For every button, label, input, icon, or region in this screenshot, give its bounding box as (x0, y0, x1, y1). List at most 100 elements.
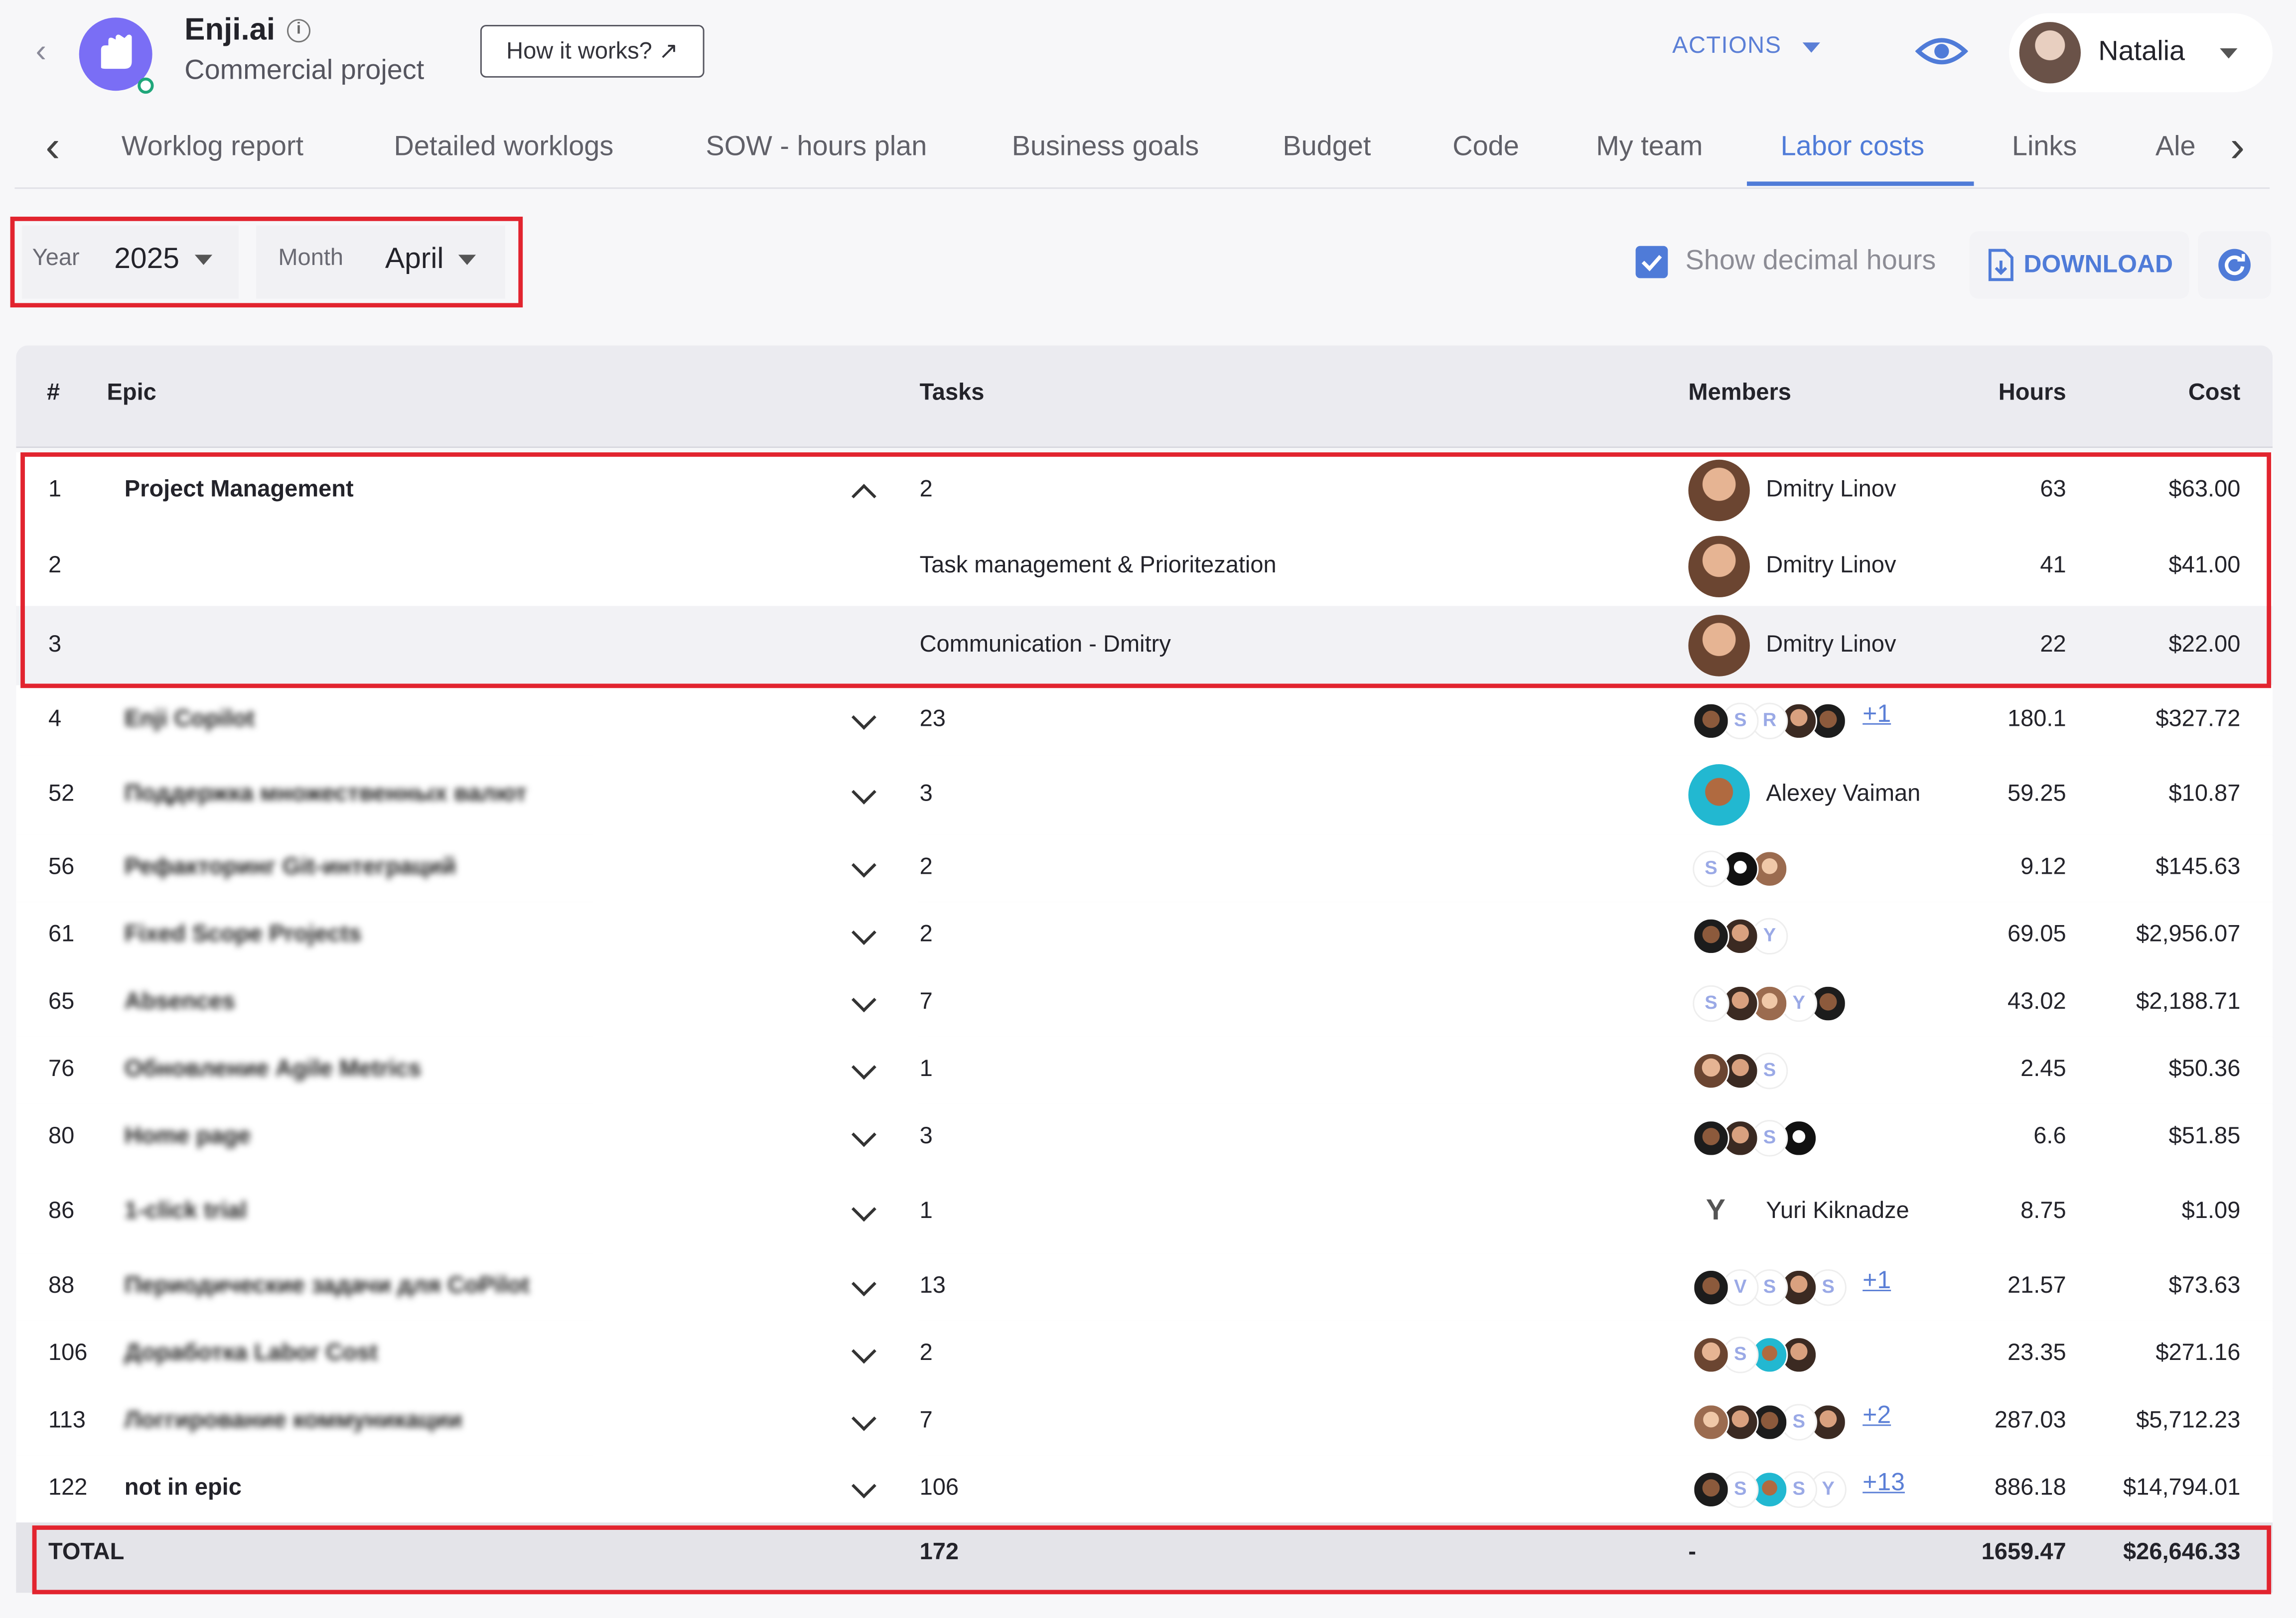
hours-cell: 21.57 (2007, 1273, 2066, 1299)
row-number: 106 (48, 1341, 88, 1366)
eye-icon[interactable] (1915, 32, 1968, 70)
epic-multi-currency: Поддержка множественных валют (124, 782, 527, 807)
tab-code[interactable]: Code (1452, 132, 1519, 164)
tab-worklog-report[interactable]: Worklog report (122, 132, 303, 164)
tab-alerts[interactable]: Ale (2155, 132, 2196, 164)
cost-cell: $5,712.23 (2136, 1408, 2241, 1434)
more-members-link[interactable]: +1 (1863, 700, 1891, 729)
cost-cell: $73.63 (2168, 1273, 2241, 1299)
tasks-cell: 7 (919, 1408, 933, 1434)
cost-cell: $50.36 (2168, 1057, 2241, 1082)
tab-budget[interactable]: Budget (1283, 132, 1371, 164)
epic-home-page: Home page (124, 1124, 251, 1149)
more-members-link[interactable]: +1 (1863, 1266, 1891, 1296)
epic-not-in-epic: not in epic (124, 1476, 242, 1501)
epic-communication-logging: Логгирование коммуникации (124, 1408, 462, 1434)
hours-cell: 6.6 (2033, 1124, 2066, 1149)
column-header-members[interactable]: Members (1688, 381, 1791, 407)
hours-cell: 59.25 (2007, 782, 2066, 807)
tab-labor-costs[interactable]: Labor costs (1781, 132, 1925, 164)
project-type: Commercial project (184, 55, 425, 87)
avatar-initial[interactable]: S (1693, 984, 1729, 1021)
tabs-scroll-right-icon[interactable]: › (2220, 123, 2255, 173)
hours-cell: 287.03 (1994, 1408, 2066, 1434)
user-menu[interactable]: Natalia (2009, 13, 2273, 93)
file-download-icon (1988, 249, 2013, 281)
table-row[interactable] (16, 1171, 2273, 1255)
tab-links[interactable]: Links (2012, 132, 2077, 164)
more-members-link[interactable]: +2 (1863, 1401, 1891, 1430)
avatar[interactable] (1693, 702, 1729, 739)
chevron-down-icon (194, 255, 212, 265)
hours-cell: 2.45 (2020, 1057, 2066, 1082)
epic-fixed-scope: Fixed Scope Projects (124, 922, 362, 947)
avatar[interactable] (1693, 1336, 1729, 1373)
row-number: 88 (48, 1273, 75, 1299)
avatar[interactable] (1693, 1268, 1729, 1305)
epic-labor-cost: Доработка Labor Cost (124, 1341, 378, 1366)
how-it-works-button[interactable]: How it works? ↗ (480, 24, 705, 78)
avatar[interactable] (1693, 1403, 1729, 1440)
column-header-epic[interactable]: Epic (107, 381, 156, 407)
cost-cell: $10.87 (2168, 782, 2241, 807)
status-dot (138, 77, 154, 94)
refresh-icon (2218, 249, 2251, 281)
total-highlight (32, 1525, 2272, 1595)
row-number: 52 (48, 782, 75, 807)
avatar-initial[interactable]: S (1693, 849, 1729, 887)
row-number: 113 (48, 1408, 86, 1434)
hours-cell: 8.75 (2020, 1199, 2066, 1224)
hours-cell: 69.05 (2007, 922, 2066, 947)
info-icon[interactable]: i (287, 19, 311, 43)
epic-agile-metrics: Обновление Agile Metrics (124, 1057, 422, 1082)
tasks-cell: 2 (919, 1341, 933, 1366)
more-members-link[interactable]: +13 (1863, 1469, 1905, 1498)
download-button[interactable]: DOWNLOAD (1969, 231, 2189, 299)
chevron-down-icon (2220, 47, 2238, 58)
back-chevron-icon[interactable]: ‹ (26, 32, 56, 70)
show-decimal-checkbox[interactable] (1635, 246, 1668, 278)
how-it-works-label: How it works? ↗ (506, 39, 679, 65)
row-number: 56 (48, 855, 75, 880)
check-icon (1641, 255, 1662, 271)
column-header-cost[interactable]: Cost (2109, 381, 2241, 407)
cost-cell: $14,794.01 (2123, 1476, 2241, 1501)
tasks-cell: 3 (919, 1124, 933, 1149)
month-select[interactable]: April (385, 243, 476, 277)
row-number: 86 (48, 1199, 75, 1224)
tasks-cell: 106 (919, 1476, 959, 1501)
avatar-initial[interactable]: Y (1706, 1195, 1725, 1228)
column-header-tasks[interactable]: Tasks (920, 381, 985, 407)
avatar[interactable] (1688, 764, 1750, 826)
row-number: 122 (48, 1476, 88, 1501)
table-row[interactable] (16, 1103, 2273, 1173)
tasks-cell: 23 (919, 707, 946, 732)
tabs-scroll-left-icon[interactable]: ‹ (35, 123, 71, 173)
tab-sow-hours-plan[interactable]: SOW - hours plan (706, 132, 927, 164)
row-number: 4 (48, 707, 62, 732)
epic-one-click-trial: 1-click trial (124, 1199, 247, 1224)
column-header-hours[interactable]: Hours (1948, 381, 2066, 407)
user-name: Natalia (2098, 36, 2185, 68)
tab-business-goals[interactable]: Business goals (1012, 132, 1199, 164)
table-row[interactable] (16, 1455, 2273, 1524)
year-label: Year (32, 246, 80, 271)
row-number: 61 (48, 922, 75, 947)
cost-cell: $271.16 (2155, 1341, 2241, 1366)
refresh-button[interactable] (2198, 231, 2272, 299)
avatar[interactable] (1693, 1119, 1729, 1156)
table-row[interactable] (16, 685, 2273, 757)
epic-git-refactoring: Рефакторинг Git-интеграций (124, 855, 456, 880)
tab-my-team[interactable]: My team (1596, 132, 1703, 164)
avatar[interactable] (1693, 917, 1729, 954)
tab-detailed-worklogs[interactable]: Detailed worklogs (394, 132, 614, 164)
actions-label: ACTIONS (1672, 33, 1782, 59)
app-name: Enji.ai (184, 13, 276, 47)
avatar[interactable] (1693, 1471, 1729, 1507)
actions-dropdown[interactable]: ACTIONS (1672, 34, 1820, 60)
tasks-cell: 2 (919, 922, 933, 947)
year-select[interactable]: 2025 (114, 243, 212, 277)
table-row[interactable] (16, 969, 2273, 1038)
avatar[interactable] (1693, 1052, 1729, 1088)
cost-cell: $1.09 (2181, 1199, 2241, 1224)
